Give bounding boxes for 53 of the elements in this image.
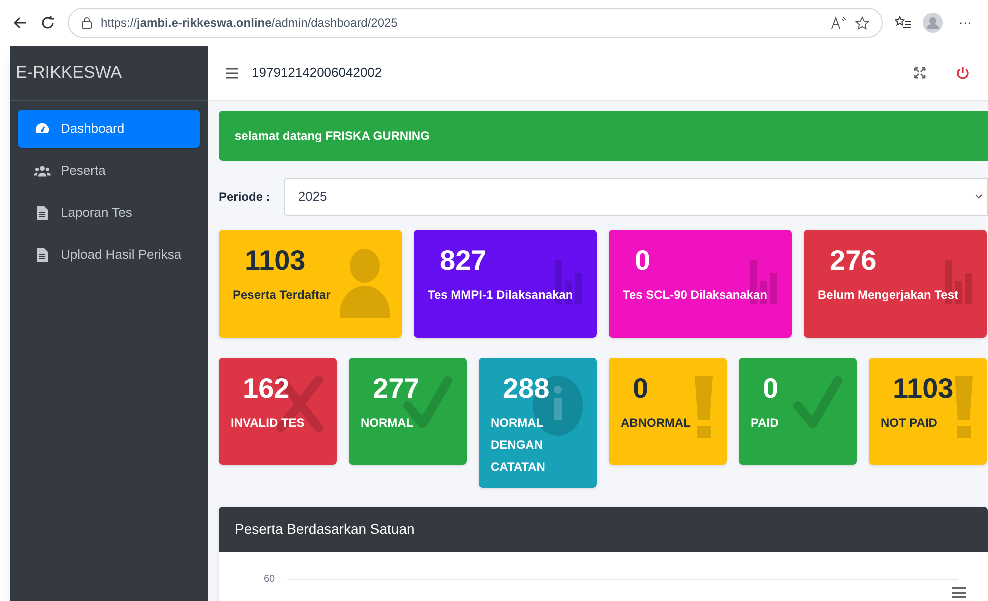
stat-label: Tes MMPI-1 Dilaksanakan <box>428 287 574 304</box>
users-icon <box>34 164 51 178</box>
stat-value: 1103 <box>893 372 954 406</box>
favorites-icon[interactable] <box>895 16 911 30</box>
back-icon[interactable] <box>12 15 28 31</box>
sidebar-item[interactable]: Peserta <box>18 152 200 190</box>
brand-name: E-RIKKESWA <box>15 62 122 84</box>
address-bar[interactable]: https://jambi.e-rikkeswa.online/admin/dashboard/2025 <box>68 8 883 38</box>
stat-label: Peserta Terdaftar <box>233 287 331 304</box>
power-icon[interactable] <box>956 66 970 80</box>
document-icon <box>37 206 48 220</box>
stat-value: 0 <box>763 372 779 406</box>
periode-label: Periode : <box>219 189 270 206</box>
person-icon <box>340 248 390 318</box>
reload-icon[interactable] <box>40 15 56 31</box>
chevron-icon <box>975 194 983 200</box>
stat-label: NORMAL <box>361 415 414 432</box>
stat-value: 276 <box>830 244 877 278</box>
checkmark-icon <box>793 376 843 430</box>
stat-label: PAID <box>751 415 779 432</box>
sidebar-item[interactable]: Dashboard <box>18 110 200 148</box>
stat-value: 1103 <box>245 244 306 278</box>
more-button[interactable]: ··· <box>955 13 976 33</box>
stat-label: NORMAL DENGAN CATATAN <box>491 415 546 476</box>
periode-select[interactable]: 2025 <box>284 178 988 216</box>
stat-label: Tes SCL-90 Dilaksanakan <box>623 287 768 304</box>
url-text: https://jambi.e-rikkeswa.online/admin/dashboard/2025 <box>101 15 399 32</box>
gauge-icon <box>35 122 50 136</box>
sidebar-item[interactable]: Laporan Tes <box>18 194 200 232</box>
fullscreen-icon[interactable] <box>914 67 926 79</box>
document-icon <box>37 248 48 262</box>
stat-label: INVALID TES <box>231 415 305 432</box>
stat-value: 0 <box>633 372 649 406</box>
stat-value: 0 <box>635 244 651 278</box>
card-title: Peserta Berdasarkan Satuan <box>235 520 415 539</box>
star-icon[interactable] <box>855 16 870 30</box>
stat-label: Belum Mengerjakan Test <box>818 287 958 304</box>
exclamation-icon <box>955 376 973 438</box>
chart-menu-icon[interactable] <box>952 587 966 599</box>
stat-label: NOT PAID <box>881 415 938 432</box>
axis-tick-label: 60 <box>264 573 276 587</box>
welcome-banner: selamat datang FRISKA GURNING <box>219 111 988 161</box>
lock-icon <box>81 17 93 29</box>
read-aloud-icon[interactable] <box>831 16 847 30</box>
stat-value: 277 <box>373 372 420 406</box>
stat-value: 827 <box>440 244 487 278</box>
stat-value: 288 <box>503 372 550 406</box>
stat-value: 162 <box>243 372 290 406</box>
exclamation-icon <box>695 376 713 438</box>
user-id: 197912142006042002 <box>252 64 384 82</box>
sidebar-item[interactable]: Upload Hasil Periksa <box>18 236 200 274</box>
menu-icon[interactable] <box>226 68 238 78</box>
stat-label: ABNORMAL <box>621 415 691 432</box>
